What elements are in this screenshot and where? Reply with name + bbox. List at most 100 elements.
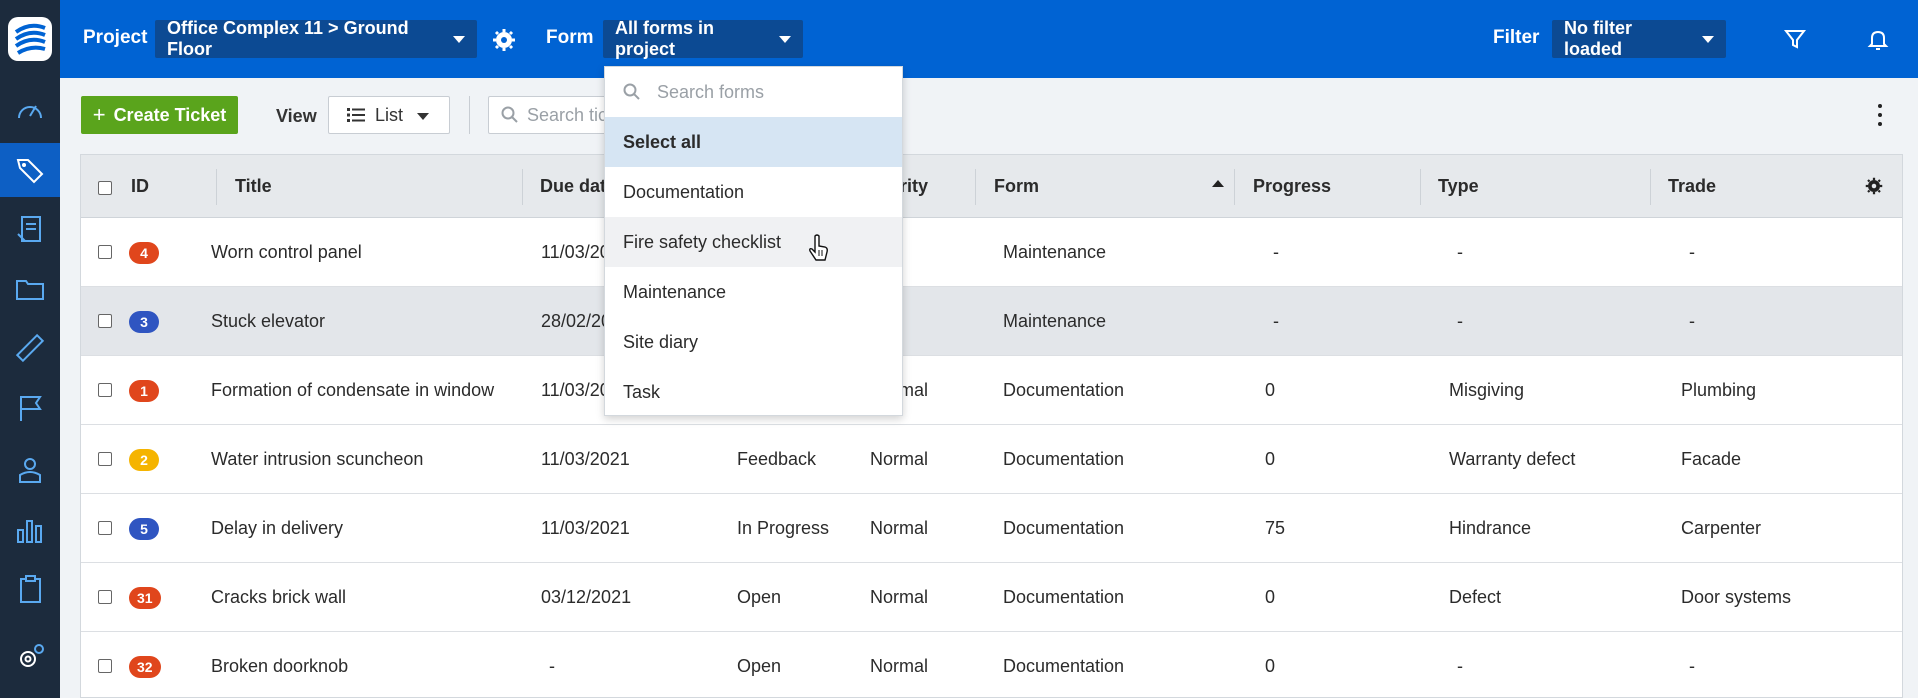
ticket-progress: 0 xyxy=(1265,656,1276,676)
ticket-title[interactable]: Cracks brick wall xyxy=(211,587,346,608)
ticket-title[interactable]: Formation of condensate in window xyxy=(211,380,494,401)
row-checkbox[interactable] xyxy=(98,452,112,466)
ticket-id-badge[interactable]: 3 xyxy=(129,311,159,333)
dropdown-item-fire-safety-checklist[interactable]: Fire safety checklist xyxy=(605,217,902,267)
forms-icon xyxy=(17,216,41,242)
project-select[interactable]: Office Complex 11 > Ground Floor xyxy=(155,18,477,59)
ticket-id-badge[interactable]: 31 xyxy=(129,587,161,609)
chevron-down-icon xyxy=(453,35,465,43)
table-row[interactable]: 1 Formation of condensate in window 11/03/… xyxy=(81,356,1902,425)
table-row[interactable]: 31 Cracks brick wall 03/12/2021 Open Normal D… xyxy=(81,563,1902,632)
chevron-down-icon xyxy=(417,113,429,120)
sidebar-item-settings[interactable] xyxy=(0,630,60,684)
ticket-title[interactable]: Delay in delivery xyxy=(211,518,343,539)
view-label: View xyxy=(276,106,317,126)
sidebar-item-checklists[interactable] xyxy=(0,562,60,616)
ticket-id-badge[interactable]: 5 xyxy=(129,518,159,540)
dropdown-item-task[interactable]: Task xyxy=(605,367,902,417)
ticket-title[interactable]: Broken doorknob xyxy=(211,656,348,677)
column-header-type[interactable]: Type xyxy=(1438,176,1479,197)
plus-icon: + xyxy=(92,102,106,127)
column-header-progress[interactable]: Progress xyxy=(1253,176,1331,197)
filter-select[interactable]: No filter loaded xyxy=(1552,18,1726,59)
dropdown-item-maintenance[interactable]: Maintenance xyxy=(605,267,902,317)
ticket-form: Documentation xyxy=(1003,587,1125,607)
search-icon xyxy=(501,106,518,123)
dropdown-item-select-all[interactable]: Select all xyxy=(605,117,902,167)
view-select[interactable]: List xyxy=(328,96,450,134)
row-checkbox[interactable] xyxy=(98,314,112,328)
dropdown-item-documentation[interactable]: Documentation xyxy=(605,167,902,217)
form-search[interactable] xyxy=(605,67,902,117)
sidebar-item-files[interactable] xyxy=(0,262,60,316)
ticket-title[interactable]: Water intrusion scuncheon xyxy=(211,449,423,470)
table-row[interactable]: 2 Water intrusion scuncheon 11/03/2021 Feed… xyxy=(81,425,1902,494)
filter-label: Filter xyxy=(1493,27,1540,48)
ticket-priority: Normal xyxy=(870,518,929,538)
column-header-form[interactable]: Form xyxy=(994,176,1039,197)
column-separator xyxy=(1650,169,1651,205)
form-dropdown-menu: Select all Documentation Fire safety che… xyxy=(604,66,903,416)
chart-icon xyxy=(17,520,42,543)
ticket-form: Documentation xyxy=(1003,518,1125,538)
ticket-form: Maintenance xyxy=(1003,311,1107,331)
sidebar-item-milestones[interactable] xyxy=(0,381,60,435)
row-checkbox[interactable] xyxy=(98,245,112,259)
column-header-id[interactable]: ID xyxy=(131,176,149,197)
ticket-id-badge[interactable]: 32 xyxy=(129,656,161,678)
form-label: Form xyxy=(546,27,594,48)
ticket-form: Maintenance xyxy=(1003,242,1107,262)
sidebar-item-tickets[interactable] xyxy=(0,143,60,197)
measure-icon xyxy=(15,333,45,363)
ticket-type: - xyxy=(1457,311,1463,331)
ticket-form: Documentation xyxy=(1003,449,1125,469)
sidebar-item-reports[interactable] xyxy=(0,503,60,557)
column-header-trade[interactable]: Trade xyxy=(1668,176,1716,197)
ticket-progress: 0 xyxy=(1265,380,1276,400)
column-header-title[interactable]: Title xyxy=(235,176,272,197)
project-label: Project xyxy=(83,27,148,48)
sidebar xyxy=(0,0,60,698)
ticket-id-badge[interactable]: 4 xyxy=(129,242,159,264)
row-checkbox[interactable] xyxy=(98,521,112,535)
row-checkbox[interactable] xyxy=(98,590,112,604)
project-select-value: Office Complex 11 > Ground Floor xyxy=(167,18,409,59)
app-logo[interactable] xyxy=(0,0,60,78)
ticket-trade: Door systems xyxy=(1681,587,1792,607)
table-row[interactable]: 32 Broken doorknob - Open Normal Documentatio… xyxy=(81,632,1902,697)
sidebar-item-measure[interactable] xyxy=(0,321,60,375)
select-all-checkbox[interactable] xyxy=(98,181,112,195)
ticket-id-badge[interactable]: 1 xyxy=(129,380,159,402)
column-settings-gear-icon[interactable] xyxy=(1865,177,1883,195)
funnel-icon[interactable] xyxy=(1782,26,1808,52)
ticket-id-badge[interactable]: 2 xyxy=(129,449,159,471)
sort-ascending-icon[interactable] xyxy=(1212,180,1224,187)
ticket-search-input[interactable] xyxy=(527,104,607,126)
table-row[interactable]: 5 Delay in delivery 11/03/2021 In Progress N… xyxy=(81,494,1902,563)
sidebar-item-dashboard[interactable] xyxy=(0,84,60,138)
toolbar-divider xyxy=(469,96,470,134)
bell-icon[interactable] xyxy=(1865,26,1891,52)
ticket-form: Documentation xyxy=(1003,656,1125,676)
tickets-table: ID Title Due date Priority Form Progress… xyxy=(80,154,1903,698)
sidebar-item-contacts[interactable] xyxy=(0,443,60,497)
gear-icon[interactable] xyxy=(492,28,516,52)
column-separator xyxy=(975,169,976,205)
sidebar-item-forms[interactable] xyxy=(0,202,60,256)
ticket-title[interactable]: Stuck elevator xyxy=(211,311,325,332)
more-options-icon[interactable] xyxy=(1875,104,1885,126)
form-search-input[interactable] xyxy=(657,81,887,103)
row-checkbox[interactable] xyxy=(98,659,112,673)
table-row[interactable]: 4 Worn control panel 11/03/2021 Maintenance… xyxy=(81,218,1902,287)
logo-icon xyxy=(8,17,52,61)
ticket-due-date: 11/03/2021 xyxy=(541,518,630,538)
dropdown-item-site-diary[interactable]: Site diary xyxy=(605,317,902,367)
ticket-search[interactable] xyxy=(488,96,608,134)
form-select[interactable]: All forms in project xyxy=(603,18,803,59)
ticket-title[interactable]: Worn control panel xyxy=(211,242,362,263)
ticket-status: Open xyxy=(737,587,782,607)
ticket-due-date: - xyxy=(549,656,555,676)
create-ticket-button[interactable]: + Create Ticket xyxy=(81,96,238,134)
table-row[interactable]: 3 Stuck elevator 28/02/2021 Maintenance - - - xyxy=(81,287,1902,356)
row-checkbox[interactable] xyxy=(98,383,112,397)
